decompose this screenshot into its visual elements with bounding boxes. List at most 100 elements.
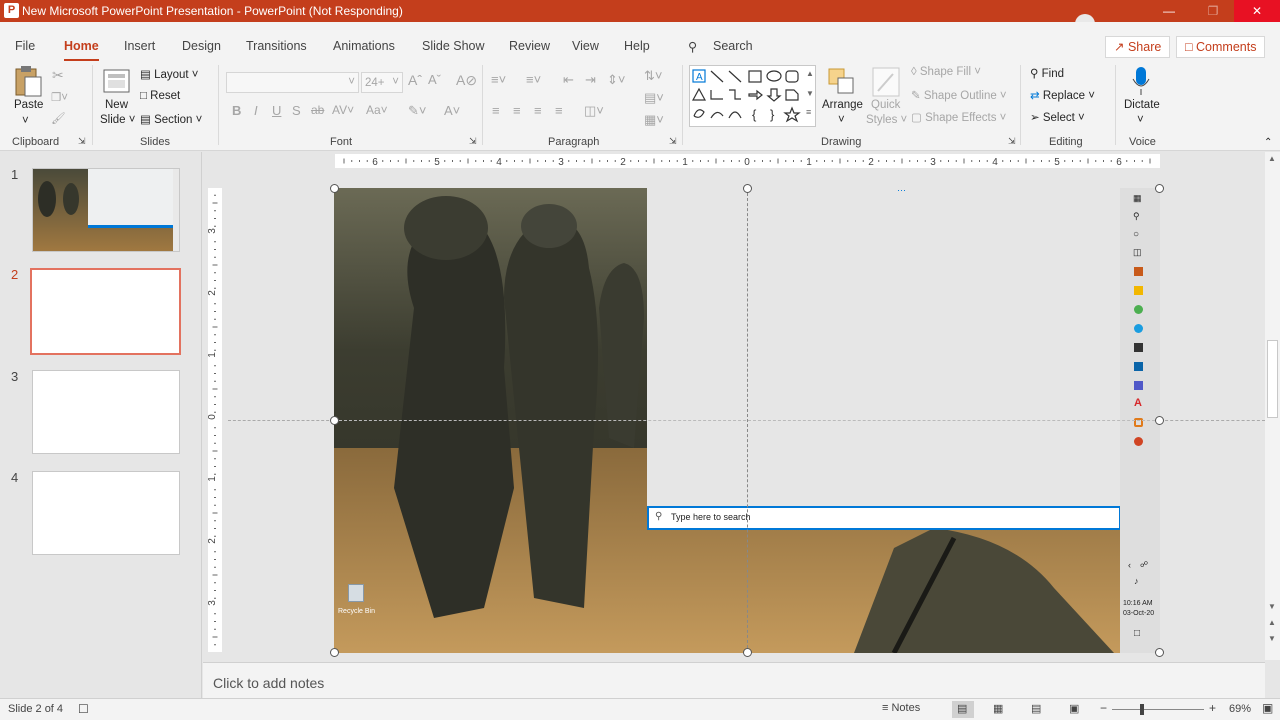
resize-handle[interactable] bbox=[1155, 648, 1164, 657]
align-center-icon[interactable]: ≡ bbox=[513, 103, 521, 118]
search-icon[interactable]: ⚲ bbox=[1133, 211, 1140, 222]
powerpoint-icon[interactable] bbox=[1134, 437, 1143, 446]
tab-slide-show[interactable]: Slide Show bbox=[422, 39, 485, 53]
reset-button[interactable]: □ Reset bbox=[140, 90, 180, 102]
section-button[interactable]: ▤ Section ˅ bbox=[140, 112, 202, 126]
scroll-up-icon[interactable]: ▲ bbox=[1268, 154, 1276, 163]
scroll-up-icon[interactable]: ▲ bbox=[806, 69, 814, 78]
dialog-launcher-icon[interactable]: ⇲ bbox=[469, 136, 477, 147]
columns-icon[interactable]: ◫˅ bbox=[584, 103, 604, 119]
slide-thumbnail-4[interactable] bbox=[32, 471, 180, 555]
tab-animations[interactable]: Animations bbox=[333, 39, 395, 53]
slideshow-icon[interactable]: ▣ bbox=[1069, 702, 1079, 715]
task-view-icon[interactable]: ◫ bbox=[1133, 247, 1142, 258]
tab-view[interactable]: View bbox=[572, 39, 599, 53]
replace-button[interactable]: ⇄ Replace ˅ bbox=[1030, 88, 1095, 102]
resize-handle[interactable] bbox=[743, 184, 752, 193]
file-explorer-icon[interactable] bbox=[1134, 286, 1143, 295]
align-right-icon[interactable]: ≡ bbox=[534, 103, 542, 118]
slide-canvas[interactable]: ⋯ ⚲ Type here to search ▦ ⚲ ○ ◫ A ‹ ☍ ♪ … bbox=[334, 188, 1160, 653]
quick-styles-icon[interactable] bbox=[872, 67, 900, 100]
decrease-indent-icon[interactable]: ⇤ bbox=[563, 72, 574, 88]
paste-button[interactable] bbox=[13, 65, 43, 100]
taskbar-search-box[interactable]: ⚲ Type here to search bbox=[647, 506, 1121, 530]
numbering-icon[interactable]: ≡˅ bbox=[526, 72, 541, 87]
quick-styles-dropdown[interactable]: Styles ˅ bbox=[866, 114, 907, 126]
font-size-select[interactable]: 24+ ˅ bbox=[361, 72, 403, 93]
text-direction-icon[interactable]: ⇅˅ bbox=[644, 68, 662, 84]
shadow-icon[interactable]: S bbox=[292, 103, 301, 118]
shapes-gallery[interactable]: A {} bbox=[689, 65, 816, 127]
tab-help[interactable]: Help bbox=[624, 39, 650, 53]
resize-handle[interactable] bbox=[743, 648, 752, 657]
resize-handle[interactable] bbox=[330, 648, 339, 657]
resize-handle[interactable] bbox=[330, 416, 339, 425]
clock-date[interactable]: 03-Oct-20 bbox=[1123, 610, 1154, 617]
select-button[interactable]: ➢ Select ˅ bbox=[1030, 110, 1085, 124]
clock-time[interactable]: 10:16 AM bbox=[1123, 600, 1153, 607]
minimize-icon[interactable]: — bbox=[1146, 0, 1192, 22]
accessibility-icon[interactable]: ☐ bbox=[78, 702, 89, 716]
align-left-icon[interactable]: ≡ bbox=[492, 103, 500, 118]
clear-formatting-icon[interactable]: A⊘ bbox=[456, 72, 477, 89]
highlight-color-icon[interactable]: ✎˅ bbox=[408, 103, 426, 119]
notifications-icon[interactable]: □ bbox=[1134, 628, 1140, 639]
slide-thumbnail-3[interactable] bbox=[32, 370, 180, 454]
bullets-icon[interactable]: ≡˅ bbox=[491, 72, 506, 87]
new-slide-button[interactable]: New bbox=[105, 99, 128, 111]
resize-handle[interactable] bbox=[1155, 184, 1164, 193]
collapse-ribbon-icon[interactable]: ⌃ bbox=[1264, 137, 1272, 148]
notes-pane[interactable]: Click to add notes bbox=[203, 662, 1265, 698]
network-icon[interactable]: ☍ bbox=[1140, 560, 1148, 569]
font-name-select[interactable]: ˅ bbox=[226, 72, 359, 93]
app-icon[interactable] bbox=[1134, 343, 1143, 352]
cut-icon[interactable]: ✂ bbox=[52, 67, 64, 84]
notes-toggle-button[interactable]: ≡ Notes bbox=[882, 702, 920, 714]
underline-icon[interactable]: U bbox=[272, 103, 281, 118]
windows-start-icon[interactable]: ▦ bbox=[1133, 193, 1142, 204]
resize-handle[interactable] bbox=[330, 184, 339, 193]
dictate-button[interactable]: Dictate bbox=[1124, 99, 1160, 111]
new-slide-dropdown[interactable]: Slide ˅ bbox=[100, 114, 136, 126]
teams-icon[interactable] bbox=[1134, 381, 1143, 390]
fit-to-window-icon[interactable]: ▣ bbox=[1262, 701, 1273, 715]
new-slide-icon[interactable] bbox=[103, 67, 131, 98]
chevron-left-icon[interactable]: ‹ bbox=[1128, 560, 1131, 570]
zoom-slider-track[interactable] bbox=[1112, 709, 1204, 710]
smartart-icon[interactable]: ▦˅ bbox=[644, 112, 664, 128]
chevron-down-icon[interactable]: ˅ bbox=[838, 114, 845, 126]
restore-icon[interactable]: ❐ bbox=[1190, 0, 1236, 22]
scrollbar-thumb[interactable] bbox=[1267, 340, 1278, 418]
chevron-down-icon[interactable]: ˅ bbox=[1137, 114, 1144, 126]
change-case-icon[interactable]: Aa˅ bbox=[366, 103, 388, 117]
tab-design[interactable]: Design bbox=[182, 39, 221, 53]
tab-file[interactable]: File bbox=[15, 39, 35, 53]
resize-handle[interactable] bbox=[1155, 416, 1164, 425]
share-button[interactable]: ↗ Share bbox=[1105, 36, 1171, 58]
increase-indent-icon[interactable]: ⇥ bbox=[585, 72, 596, 88]
shape-fill-button[interactable]: ◊ Shape Fill ˅ bbox=[911, 66, 981, 78]
tab-home[interactable]: Home bbox=[64, 39, 99, 62]
chevron-down-icon[interactable]: ˅ bbox=[22, 115, 29, 127]
normal-view-button[interactable]: ▤ bbox=[952, 701, 974, 718]
scroll-down-icon[interactable]: ▼ bbox=[1268, 602, 1276, 611]
bold-icon[interactable]: B bbox=[232, 103, 241, 118]
arrange-icon[interactable] bbox=[827, 67, 855, 98]
next-slide-icon[interactable]: ▼ bbox=[1268, 634, 1276, 643]
font-color-icon[interactable]: A˅ bbox=[444, 103, 460, 118]
dialog-launcher-icon[interactable]: ⇲ bbox=[78, 136, 86, 147]
italic-icon[interactable]: I bbox=[254, 103, 258, 118]
vertical-scrollbar[interactable]: ▲ ▼ ▲ ▼ bbox=[1265, 152, 1280, 660]
line-spacing-icon[interactable]: ⇕˅ bbox=[607, 72, 625, 88]
edge-icon[interactable] bbox=[1134, 324, 1143, 333]
shape-effects-button[interactable]: ▢ Shape Effects ˅ bbox=[911, 110, 1006, 124]
dialog-launcher-icon[interactable]: ⇲ bbox=[669, 136, 677, 147]
search-icon[interactable]: ⚲ bbox=[688, 39, 697, 54]
zoom-out-icon[interactable]: − bbox=[1100, 701, 1107, 715]
align-text-icon[interactable]: ▤˅ bbox=[644, 90, 664, 106]
tell-me-search[interactable]: Search bbox=[713, 39, 753, 53]
chrome-icon[interactable] bbox=[1134, 305, 1143, 314]
increase-font-icon[interactable]: Aˆ bbox=[408, 72, 422, 88]
quick-styles-button[interactable]: Quick bbox=[871, 99, 900, 111]
zoom-in-icon[interactable]: + bbox=[1209, 701, 1216, 715]
